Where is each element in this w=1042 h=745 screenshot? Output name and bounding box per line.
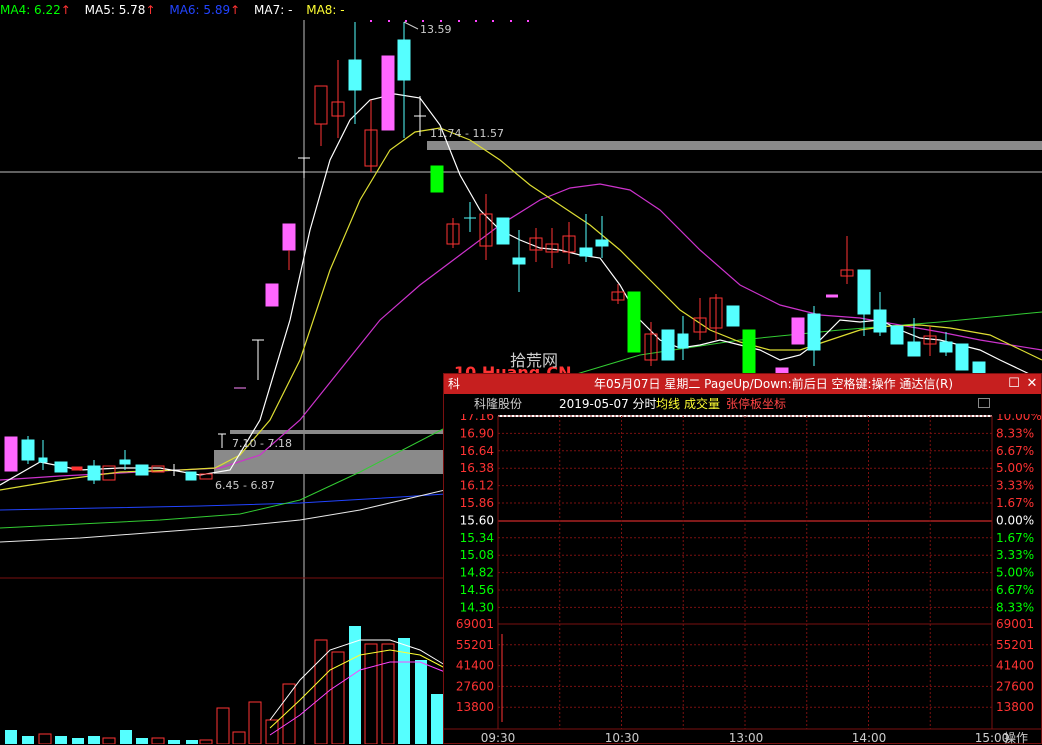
watermark-cn: 拾荒网 <box>510 351 559 370</box>
time-tick-label: 14:00 <box>852 731 887 745</box>
gap-band-3 <box>230 430 450 434</box>
percent-tick-label: 8.33% <box>996 426 1034 440</box>
gap-band-2 <box>214 450 454 474</box>
time-tick-label: 09:30 <box>481 731 516 745</box>
popup-header: 科隆股份 2019-05-07 分时 均线 成交量 张停板坐标 <box>444 394 1041 414</box>
price-tick-label: 16.90 <box>460 426 494 440</box>
range-label-3: 6.45 - 6.87 <box>215 479 275 492</box>
price-axis-left: 17.16 16.90 16.64 16.38 16.12 15.86 15.60 15.34… <box>460 414 494 614</box>
volume-tick-label: 55201 <box>456 638 494 652</box>
volume-tick-label: 41400 <box>996 659 1034 673</box>
time-tick-label: 13:00 <box>729 731 764 745</box>
volume-tick-label: 27600 <box>456 679 494 693</box>
intraday-chart[interactable]: 17.16 16.90 16.64 16.38 16.12 15.86 15.60 15.34… <box>444 414 1041 745</box>
price-tick-label: 15.86 <box>460 496 494 510</box>
volume-tick-label: 41400 <box>456 659 494 673</box>
signal-dots <box>370 20 529 22</box>
time-tick-label: 10:30 <box>605 731 640 745</box>
percent-tick-label: 5.00% <box>996 461 1034 475</box>
price-tick-label: 16.38 <box>460 461 494 475</box>
price-tick-label: 14.56 <box>460 583 494 597</box>
stock-chart-window: MA4: 6.22↑ MA5: 5.78↑ MA6: 5.89↑ MA7: - … <box>0 0 1042 745</box>
percent-tick-label: 10.00% <box>996 414 1041 423</box>
volume-tick-label: 13800 <box>456 700 494 714</box>
tab-volume[interactable]: 成交量 <box>684 394 720 414</box>
percent-tick-label: 1.67% <box>996 496 1034 510</box>
percent-tick-label: 3.33% <box>996 479 1034 493</box>
ma-line-blue <box>0 493 446 511</box>
price-tick-label: 15.08 <box>460 548 494 562</box>
popup-title-prefix: 科 <box>448 377 461 391</box>
percent-axis-right: 10.00% 8.33% 6.67% 5.00% 3.33% 1.67% 0.00% 1.67… <box>996 414 1041 614</box>
tab-avg-line[interactable]: 均线 <box>656 394 680 414</box>
percent-tick-label: 3.33% <box>996 548 1034 562</box>
price-tick-label: 16.64 <box>460 444 494 458</box>
popup-title: 年05月07日 星期二 PageUp/Down:前后日 空格键:操作 通达信(R… <box>594 377 954 391</box>
volume-tick-label: 27600 <box>996 679 1034 693</box>
price-tick-label: 15.60 <box>460 513 494 527</box>
stock-name: 科隆股份 <box>474 397 523 411</box>
price-tick-label: 14.30 <box>460 600 494 614</box>
percent-tick-label: 0.00% <box>996 513 1034 527</box>
percent-tick-label: 6.67% <box>996 583 1034 597</box>
price-tick-label: 14.82 <box>460 566 494 580</box>
percent-tick-label: 6.67% <box>996 444 1034 458</box>
volume-bars <box>5 598 446 744</box>
volume-tick-label: 69001 <box>456 617 494 631</box>
price-tick-label: 17.16 <box>460 414 494 423</box>
volume-axis-left: 69001 55201 41400 27600 13800 <box>456 617 494 714</box>
percent-tick-label: 8.33% <box>996 600 1034 614</box>
percent-tick-label: 1.67% <box>996 531 1034 545</box>
gap-band-1 <box>427 141 1042 150</box>
maximize-button[interactable]: ☐ <box>1006 376 1022 392</box>
popup-titlebar[interactable]: 科 年05月07日 星期二 PageUp/Down:前后日 空格键:操作 通达信… <box>444 374 1041 394</box>
volume-tick-label: 55201 <box>996 638 1034 652</box>
panel-toggle-icon[interactable] <box>978 398 990 408</box>
close-button[interactable]: ✕ <box>1024 376 1040 392</box>
range-label-2: 7.10 - 7.18 <box>232 437 292 450</box>
ma-line-white-long <box>0 489 446 543</box>
tab-limit-coords[interactable]: 张停板坐标 <box>726 394 786 414</box>
time-axis: 09:30 10:30 13:00 14:00 15:00 <box>481 731 1010 745</box>
price-tick-label: 16.12 <box>460 479 494 493</box>
volume-axis-right: 69001 55201 41400 27600 13800 <box>996 617 1034 714</box>
intraday-popup[interactable]: 科 年05月07日 星期二 PageUp/Down:前后日 空格键:操作 通达信… <box>443 373 1042 745</box>
price-tick-label: 15.34 <box>460 531 494 545</box>
volume-tick-label: 13800 <box>996 700 1034 714</box>
volume-tick-label: 69001 <box>996 617 1034 631</box>
range-label-1: 11.74 - 11.57 <box>430 127 504 140</box>
date-label: 2019-05-07 分时 <box>559 397 657 411</box>
percent-tick-label: 5.00% <box>996 566 1034 580</box>
action-label[interactable]: 操作 <box>1004 730 1028 745</box>
high-price-label: 13.59 <box>420 23 452 36</box>
